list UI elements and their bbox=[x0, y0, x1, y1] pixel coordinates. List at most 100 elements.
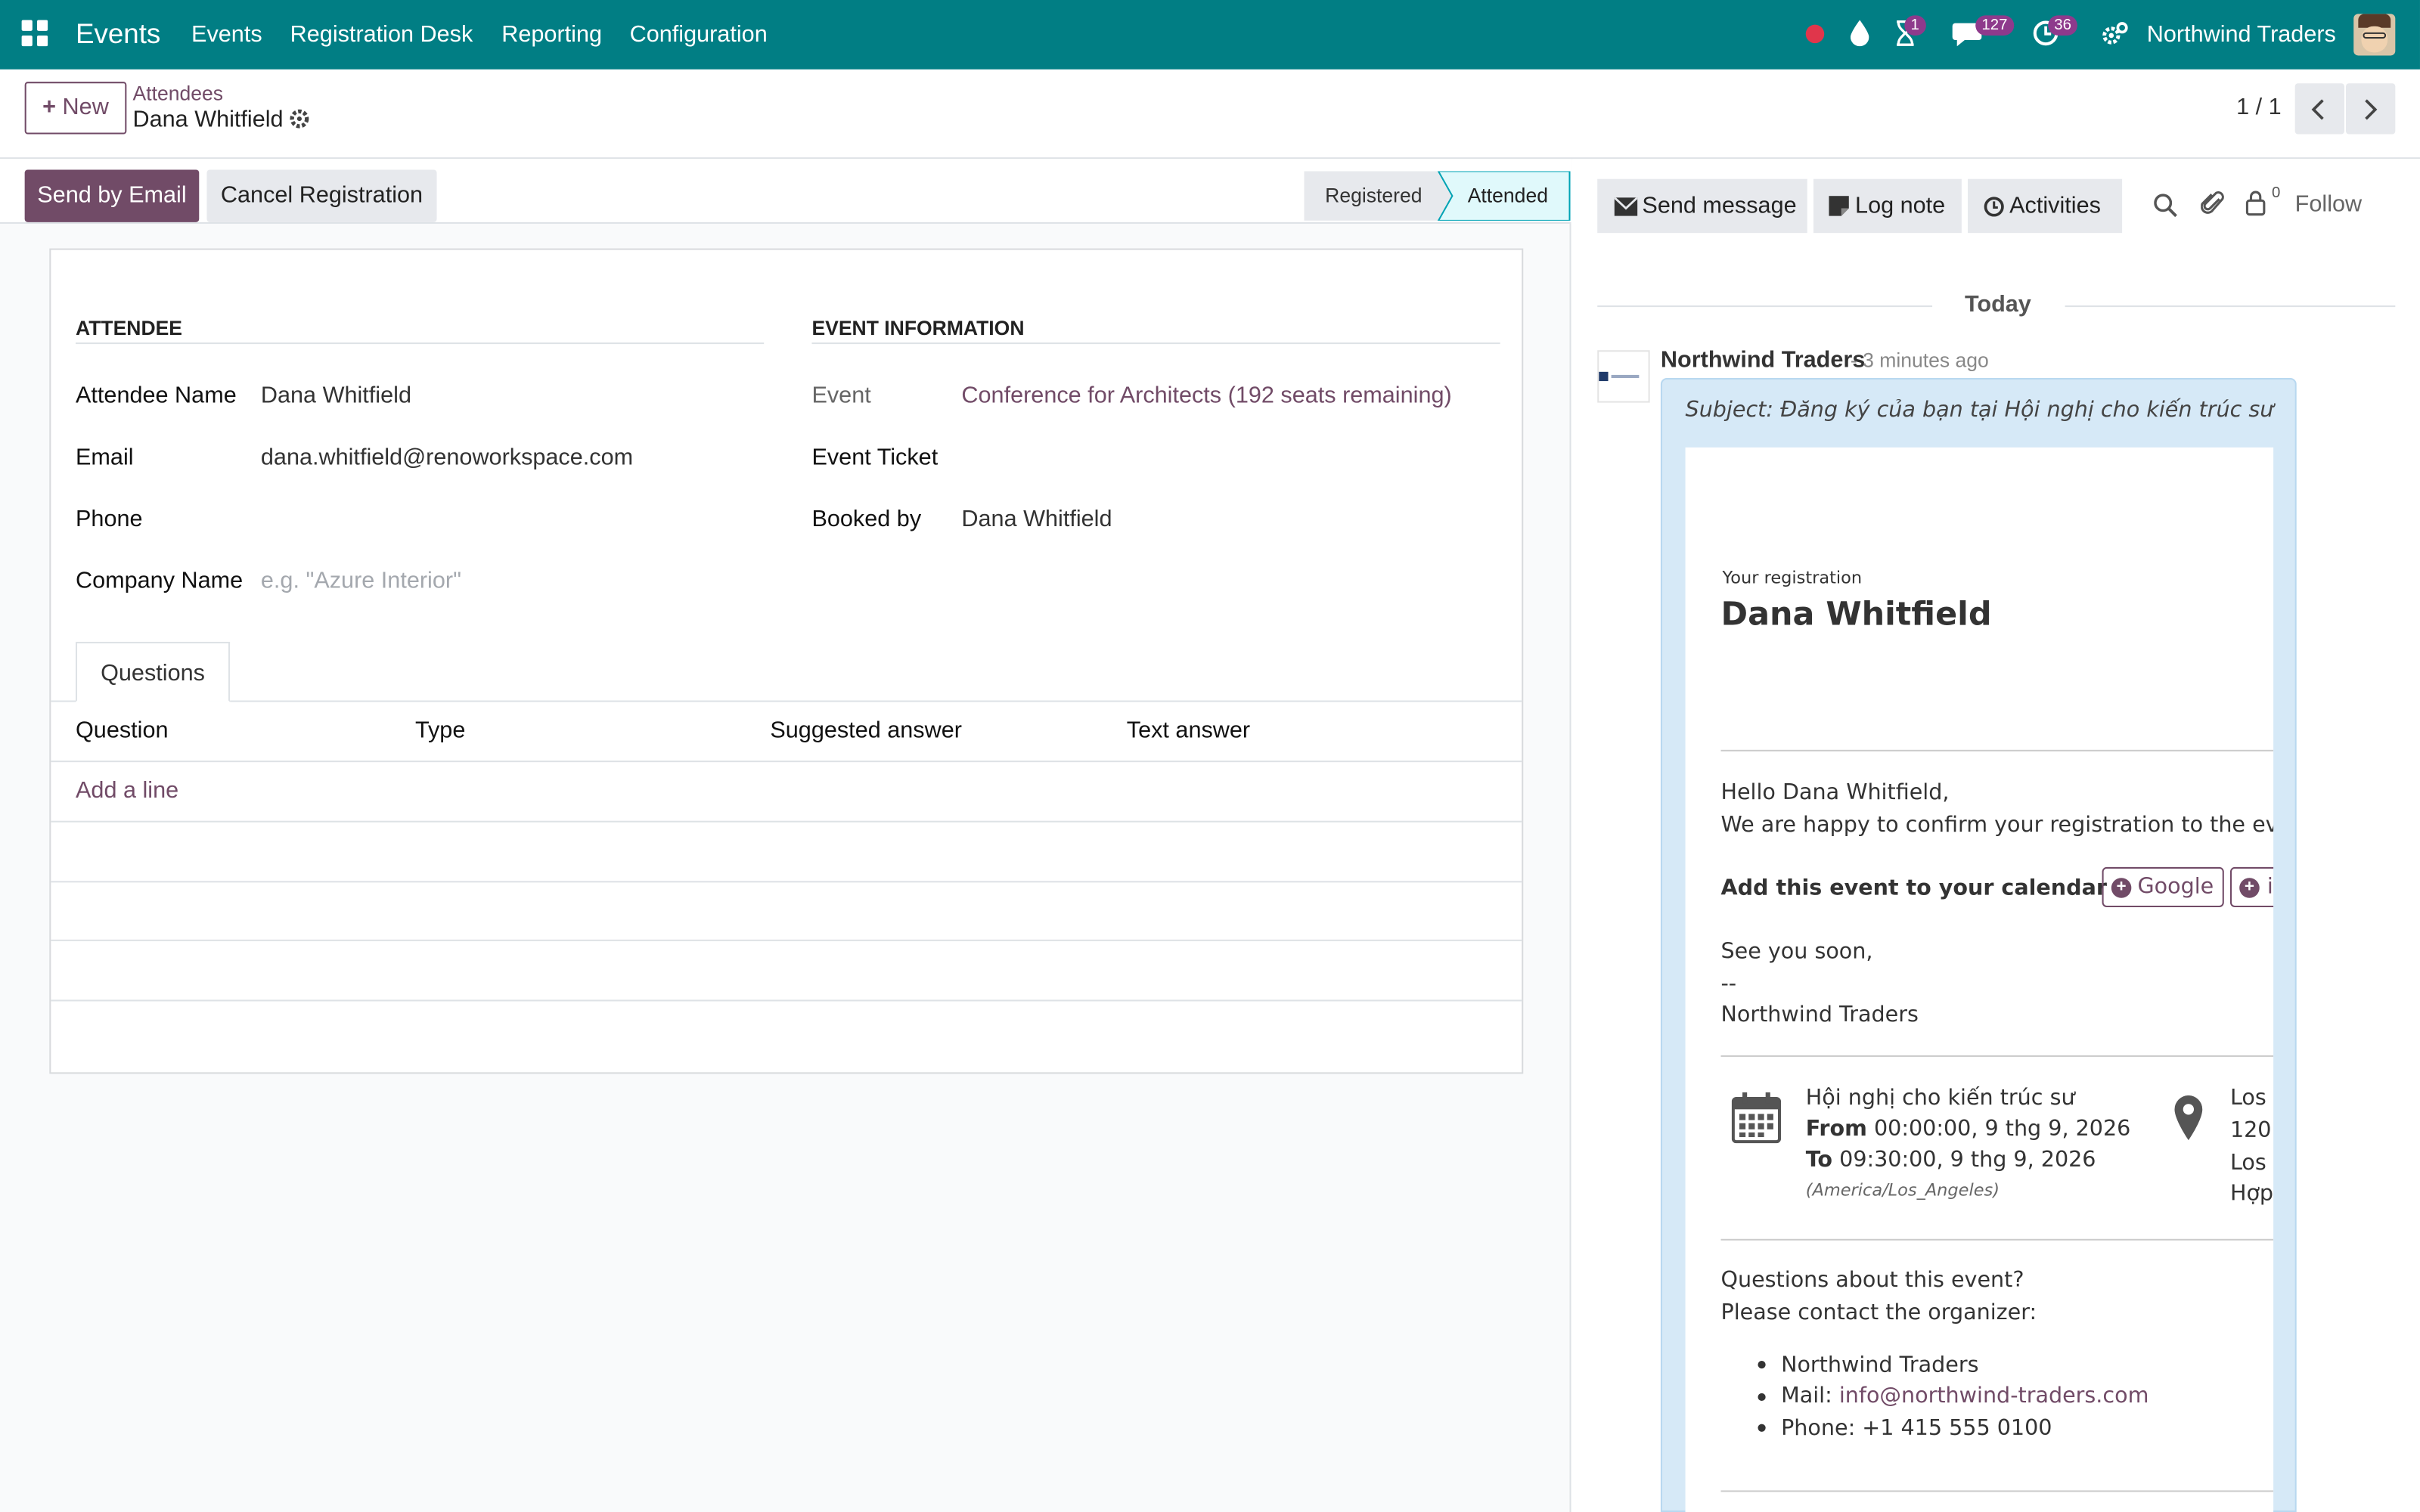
message-subject: Subject: Đăng ký của bạn tại Hội nghị ch… bbox=[1685, 398, 2274, 423]
stage-registered[interactable]: Registered bbox=[1304, 184, 1443, 207]
column-text-answer[interactable]: Text answer bbox=[1127, 717, 1250, 744]
signature: Northwind Traders bbox=[1720, 1002, 1919, 1028]
event-from: From 00:00:00, 9 thg 9, 2026 bbox=[1805, 1117, 2131, 1142]
date-separator: Today bbox=[1964, 291, 2031, 318]
attendee-name-field[interactable]: Dana Whitfield bbox=[261, 383, 411, 409]
drop-icon[interactable] bbox=[1850, 20, 1869, 47]
add-line-link[interactable]: Add a line bbox=[76, 778, 178, 804]
organizer-name: Northwind Traders bbox=[1781, 1352, 1979, 1378]
send-message-button[interactable]: Send message bbox=[1597, 178, 1807, 234]
new-button[interactable]: + New bbox=[24, 82, 127, 135]
event-field[interactable]: Conference for Architects (192 seats rem… bbox=[961, 383, 1451, 409]
search-icon[interactable] bbox=[2153, 193, 2178, 218]
paperclip-icon[interactable] bbox=[2201, 190, 2226, 218]
attendee-section-header: ATTENDEE bbox=[75, 316, 183, 339]
avatar[interactable] bbox=[2353, 14, 2396, 56]
plus-circle-icon: + bbox=[2111, 878, 2132, 898]
table-header-divider bbox=[51, 761, 1522, 763]
divider bbox=[75, 342, 765, 345]
control-panel: + New Attendees Dana Whitfield 1 / 1 bbox=[0, 69, 2420, 160]
stage-attended[interactable]: Attended bbox=[1450, 184, 1565, 207]
menu-reporting[interactable]: Reporting bbox=[501, 0, 602, 70]
top-navbar: Events Events Registration Desk Reportin… bbox=[0, 0, 2420, 70]
table-row bbox=[51, 820, 1522, 823]
menu-registration-desk[interactable]: Registration Desk bbox=[290, 0, 473, 70]
message-author[interactable]: Northwind Traders bbox=[1661, 347, 1865, 373]
menu-configuration[interactable]: Configuration bbox=[630, 0, 768, 70]
email-label: Email bbox=[75, 444, 134, 471]
map-pin-icon bbox=[2174, 1095, 2203, 1141]
breadcrumb-current: Dana Whitfield bbox=[132, 106, 284, 133]
clock-icon bbox=[1984, 197, 2004, 217]
cancel-registration-button[interactable]: Cancel Registration bbox=[206, 169, 437, 222]
clock-badge: 36 bbox=[2048, 15, 2078, 36]
settings-icon[interactable] bbox=[2102, 22, 2129, 47]
tab-questions[interactable]: Questions bbox=[75, 641, 231, 702]
status-dot-icon[interactable] bbox=[1805, 24, 1825, 44]
divider bbox=[1720, 1490, 2274, 1492]
plus-circle-icon: + bbox=[2239, 878, 2260, 898]
message-time: - 3 minutes ago bbox=[1850, 349, 1989, 372]
event-ticket-field[interactable] bbox=[961, 445, 1424, 472]
envelope-icon bbox=[1614, 197, 1638, 216]
event-to: To 09:30:00, 9 thg 9, 2026 bbox=[1805, 1148, 2096, 1173]
chevron-left-icon bbox=[2311, 99, 2324, 120]
confirmation-text: We are happy to confirm your registratio… bbox=[1720, 813, 2274, 838]
breadcrumb-parent[interactable]: Attendees bbox=[133, 82, 223, 105]
organizer-phone: Phone: +1 415 555 0100 bbox=[1781, 1416, 2052, 1442]
column-suggested-answer[interactable]: Suggested answer bbox=[770, 717, 962, 744]
company-name-label: Company Name bbox=[75, 568, 244, 594]
message-bubble: Subject: Đăng ký của bạn tại Hội nghị ch… bbox=[1660, 377, 2297, 1512]
google-calendar-button[interactable]: + Google bbox=[2102, 866, 2224, 907]
divider bbox=[1597, 305, 1933, 308]
divider bbox=[1720, 749, 2274, 751]
divider bbox=[2065, 305, 2396, 308]
author-avatar[interactable] bbox=[1597, 350, 1650, 403]
event-label: Event bbox=[811, 383, 871, 409]
event-section-header: EVENT INFORMATION bbox=[811, 316, 1025, 339]
calendar-label: Add this event to your calendar bbox=[1720, 876, 2107, 901]
location-line: 120 bbox=[2229, 1118, 2272, 1144]
statusbar: Send by Email Cancel Registration Regist… bbox=[0, 159, 1571, 224]
questions-text: Questions about this event? bbox=[1720, 1268, 2024, 1294]
event-name: Hội nghị cho kiến trúc sư bbox=[1805, 1086, 2075, 1111]
location-line: Los bbox=[2229, 1151, 2266, 1176]
ical-calendar-button[interactable]: + i bbox=[2229, 866, 2274, 907]
location-line: Los bbox=[2229, 1086, 2266, 1111]
pager-previous-button[interactable] bbox=[2294, 83, 2344, 135]
email-field[interactable]: dana.whitfield@renoworkspace.com bbox=[261, 445, 633, 471]
chatter-panel: Send message Log note Activities 0 Follo… bbox=[1572, 159, 2420, 1512]
pager-value[interactable]: 1 / 1 bbox=[2236, 94, 2282, 120]
divider bbox=[1720, 1055, 2274, 1057]
pager-next-button[interactable] bbox=[2346, 83, 2396, 135]
follow-button[interactable]: Follow bbox=[2295, 191, 2362, 218]
column-type[interactable]: Type bbox=[415, 717, 465, 744]
location-line: Hợp bbox=[2229, 1182, 2274, 1207]
send-by-email-button[interactable]: Send by Email bbox=[24, 169, 200, 222]
apps-grid-icon[interactable] bbox=[21, 20, 48, 47]
table-row bbox=[51, 999, 1522, 1002]
activities-button[interactable]: Activities bbox=[1968, 178, 2123, 234]
contact-text: Please contact the organizer: bbox=[1720, 1300, 2037, 1326]
greeting: Hello Dana Whitfield, bbox=[1720, 780, 1950, 806]
phone-label: Phone bbox=[75, 506, 143, 533]
booked-by-field[interactable]: Dana Whitfield bbox=[961, 506, 1112, 532]
gear-icon[interactable] bbox=[289, 108, 311, 130]
event-timezone: (America/Los_Angeles) bbox=[1805, 1180, 2000, 1201]
bullet bbox=[1758, 1360, 1766, 1369]
company-name[interactable]: Northwind Traders bbox=[2147, 0, 2336, 70]
company-name-field[interactable]: e.g. "Azure Interior" bbox=[261, 568, 461, 594]
app-name[interactable]: Events bbox=[76, 0, 160, 70]
messages-badge: 127 bbox=[1975, 15, 2014, 36]
organizer-mail: Mail: info@northwind-traders.com bbox=[1781, 1383, 2149, 1409]
registration-caption: Your registration bbox=[1722, 568, 1863, 588]
column-question[interactable]: Question bbox=[76, 717, 169, 744]
activities-badge: 1 bbox=[1904, 15, 1926, 36]
registration-name: Dana Whitfield bbox=[1720, 595, 1992, 633]
menu-events[interactable]: Events bbox=[191, 0, 262, 70]
log-note-button[interactable]: Log note bbox=[1813, 178, 1962, 234]
note-icon bbox=[1829, 196, 1849, 216]
organizer-mail-link[interactable]: info@northwind-traders.com bbox=[1839, 1384, 2149, 1409]
lock-icon[interactable] bbox=[2245, 190, 2266, 216]
phone-field[interactable] bbox=[261, 506, 724, 534]
